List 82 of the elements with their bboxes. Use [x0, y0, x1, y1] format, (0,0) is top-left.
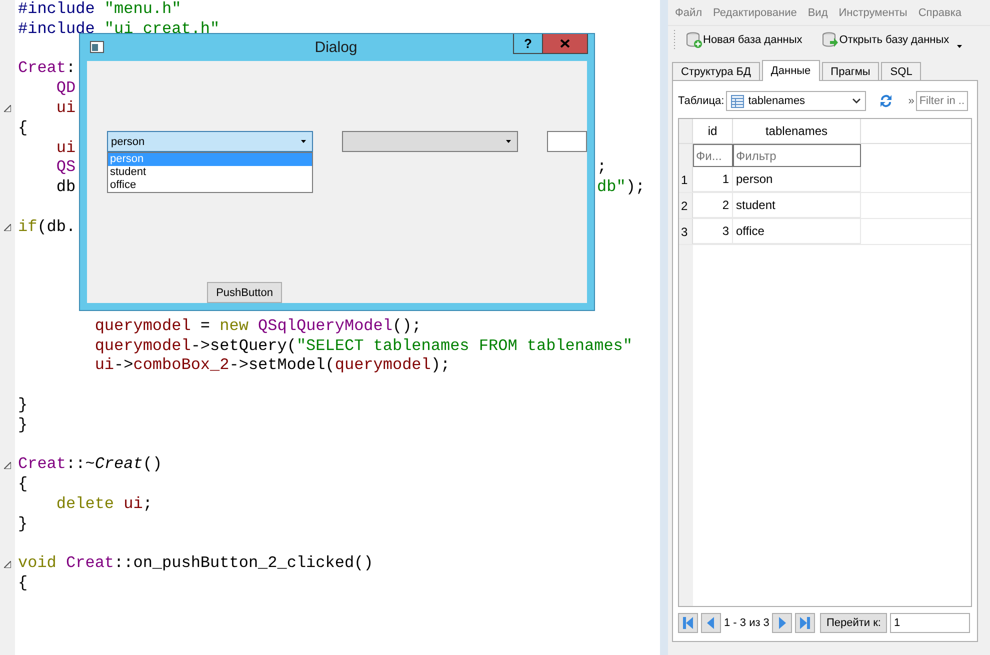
row-number: 2: [679, 193, 693, 218]
page-field[interactable]: 1: [890, 613, 970, 633]
row-number: 1: [679, 167, 693, 192]
dropdown-arrow-icon: [300, 140, 306, 143]
grip-icon: [673, 29, 676, 51]
refresh-icon: [878, 93, 894, 109]
code-line: delete ui;: [55, 494, 152, 515]
last-page-button[interactable]: [795, 613, 816, 633]
close-icon: [560, 39, 570, 48]
menu-item[interactable]: Вид: [808, 6, 828, 18]
filter-field[interactable]: Фильтр: [733, 144, 861, 167]
table-cell: 1: [693, 167, 733, 192]
code-line: querymodel->setQuery("SELECT tablenames FROM tablenames": [94, 336, 633, 356]
filter-field[interactable]: Фи...: [693, 144, 733, 167]
dropdown-option[interactable]: office: [108, 179, 312, 192]
menu-item[interactable]: Инструменты: [838, 6, 908, 18]
code-line: }: [18, 514, 28, 535]
menu-item[interactable]: Редактирование: [713, 6, 797, 18]
next-page-icon: [776, 616, 788, 630]
table-cell: office: [733, 219, 861, 244]
window-icon: [90, 41, 104, 53]
input-field[interactable]: [547, 131, 587, 152]
code-line: if(db.: [18, 218, 76, 238]
menu-item[interactable]: Файл: [675, 6, 702, 18]
first-page-button[interactable]: [678, 613, 698, 633]
code-line: ui->comboBox_2->setModel(querymodel);: [94, 356, 450, 376]
code-line: querymodel = new QSqlQueryModel();: [94, 316, 422, 337]
row-number: 3: [679, 219, 693, 244]
column-header[interactable]: tablenames: [733, 119, 861, 143]
table-cell: student: [733, 193, 861, 218]
table-cell: 3: [693, 219, 733, 244]
table-select[interactable]: tablenames: [726, 91, 866, 111]
more-button[interactable]: »: [908, 95, 914, 107]
first-page-icon: [682, 616, 694, 630]
code-line: #include "menu.h": [18, 0, 182, 20]
dropdown-arrow-icon: [957, 44, 962, 48]
code-line: ui: [55, 98, 76, 119]
code-line: QD: [55, 79, 76, 99]
tab[interactable]: Прагмы: [822, 62, 880, 80]
code-fragment: db");: [597, 178, 646, 198]
code-line: Creat:: [18, 59, 76, 80]
filter-field[interactable]: Filter in ...: [916, 91, 968, 111]
toolbar-button[interactable]: Открыть базу данных: [818, 32, 954, 48]
table-icon: [731, 94, 744, 108]
toolbar-button[interactable]: Новая база данных: [682, 32, 806, 48]
code-line: QS: [55, 158, 76, 178]
table-label: Таблица:: [678, 95, 724, 107]
push-button[interactable]: PushButton: [207, 282, 282, 303]
code-line: }: [18, 416, 28, 436]
previous-page-icon: [705, 616, 717, 630]
combo-box[interactable]: [342, 131, 518, 152]
tab[interactable]: Данные: [762, 60, 820, 81]
database-icon: [686, 32, 702, 48]
page-range: 1 - 3 из 3: [724, 617, 770, 629]
tab[interactable]: Структура БД: [672, 62, 760, 80]
help-button[interactable]: ?: [513, 34, 543, 54]
dropdown-option[interactable]: student: [108, 166, 312, 179]
code-line: db: [55, 178, 76, 198]
column-header[interactable]: id: [693, 119, 733, 143]
menu-item[interactable]: Справка: [918, 6, 962, 18]
previous-page-button[interactable]: [701, 613, 721, 633]
tab[interactable]: SQL: [881, 62, 922, 80]
dropdown-arrow-icon: [506, 140, 511, 143]
table-cell: 2: [693, 193, 733, 218]
code-line: ui: [55, 138, 76, 158]
combo-box[interactable]: person: [107, 131, 313, 152]
code-line: #include "ui_creat.h": [18, 20, 220, 40]
code-line: }: [18, 396, 28, 416]
code-line: {: [18, 118, 28, 139]
window-title: Dialog: [314, 39, 358, 56]
database-icon: [822, 32, 838, 48]
chevron-down-icon: [852, 98, 862, 104]
close-button[interactable]: [543, 34, 588, 54]
code-fragment: ;: [597, 158, 607, 178]
next-page-button[interactable]: [772, 613, 792, 633]
code-line: {: [18, 475, 28, 495]
code-line: void Creat::on_pushButton_2_clicked(): [18, 554, 374, 574]
go-to-button[interactable]: Перейти к:: [820, 613, 887, 633]
code-line: {: [18, 574, 28, 594]
last-page-icon: [799, 616, 812, 630]
code-line: Creat::~Creat(): [18, 455, 162, 476]
table-cell: person: [733, 167, 861, 192]
